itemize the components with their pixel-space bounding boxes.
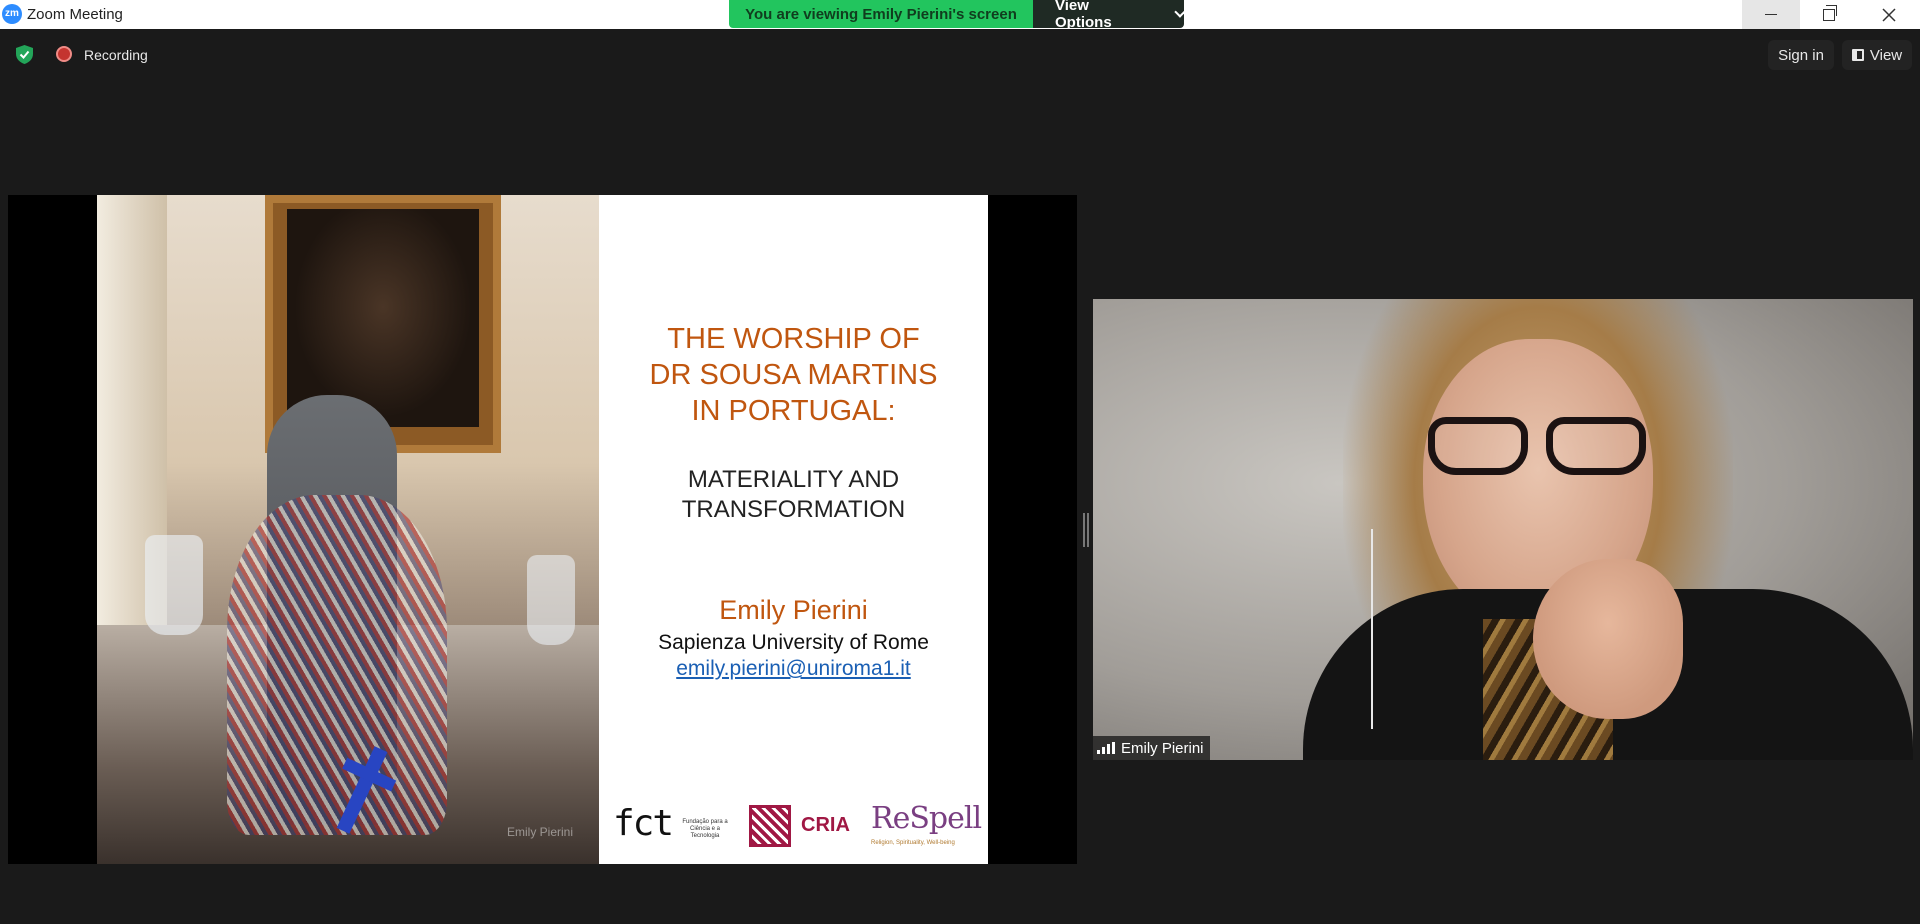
slide-text-panel: THE WORSHIP OF DR SOUSA MARTINS IN PORTU… bbox=[599, 195, 988, 864]
fct-logo-text: Fundação para a Ciência e a Tecnologia bbox=[682, 819, 728, 839]
participant-name-tag: Emily Pierini bbox=[1093, 736, 1210, 760]
view-layout-icon bbox=[1851, 49, 1864, 61]
restore-button[interactable] bbox=[1800, 0, 1858, 29]
zoom-logo-icon: zm bbox=[2, 4, 22, 24]
cria-logo: CRIA bbox=[801, 814, 850, 836]
respell-logo-subtitle: Religion, Spirituality, Well-being bbox=[871, 840, 955, 846]
slide-affiliation: Sapienza University of Rome bbox=[658, 631, 929, 654]
presentation-slide: Emily Pierini THE WORSHIP OF DR SOUSA MA… bbox=[97, 195, 988, 864]
slide-email-link: emily.pierini@uniroma1.it bbox=[676, 657, 911, 680]
view-options-label: View Options bbox=[1055, 0, 1112, 28]
fct-logo: fct bbox=[613, 803, 674, 844]
sign-in-button[interactable]: Sign in bbox=[1768, 40, 1834, 70]
recording-label[interactable]: Recording bbox=[84, 47, 148, 63]
minimize-button[interactable] bbox=[1742, 0, 1800, 29]
participant-video[interactable]: Emily Pierini bbox=[1093, 299, 1913, 760]
window-title: Zoom Meeting bbox=[27, 6, 123, 23]
participant-name: Emily Pierini bbox=[1121, 739, 1204, 757]
rosary-beads bbox=[227, 495, 447, 835]
split-view-handle[interactable] bbox=[1083, 513, 1089, 547]
slide-author: Emily Pierini bbox=[719, 595, 868, 625]
view-label: View bbox=[1869, 46, 1903, 64]
slide-logos: fct Fundação para a Ciência e a Tecnolog… bbox=[613, 801, 982, 851]
close-button[interactable] bbox=[1858, 0, 1920, 29]
minimize-icon bbox=[1765, 14, 1777, 15]
respell-logo: ReSpell bbox=[871, 801, 982, 836]
signal-strength-icon bbox=[1097, 742, 1115, 754]
watermark: Emily Pierini bbox=[507, 825, 574, 839]
shield-check-icon[interactable] bbox=[16, 45, 33, 64]
view-options-button[interactable]: View Options bbox=[1033, 0, 1184, 28]
close-icon bbox=[1882, 7, 1896, 22]
viewing-screen-label: You are viewing Emily Pierini's screen bbox=[729, 0, 1033, 28]
restore-icon bbox=[1823, 4, 1837, 21]
recording-icon[interactable] bbox=[56, 46, 72, 62]
slide-title: THE WORSHIP OF DR SOUSA MARTINS IN PORTU… bbox=[649, 323, 938, 427]
view-button[interactable]: View bbox=[1842, 40, 1912, 70]
shared-screen: Emily Pierini THE WORSHIP OF DR SOUSA MA… bbox=[8, 195, 1077, 864]
glasses bbox=[1428, 417, 1653, 479]
slide-photo: Emily Pierini bbox=[97, 195, 599, 864]
chevron-down-icon bbox=[1174, 6, 1184, 18]
meeting-topbar: Recording Sign in View bbox=[0, 36, 1920, 72]
slide-subtitle: MATERIALITY AND TRANSFORMATION bbox=[681, 466, 906, 523]
screen-share-banner: You are viewing Emily Pierini's screen V… bbox=[729, 0, 1184, 28]
cria-logo-icon bbox=[749, 805, 791, 847]
